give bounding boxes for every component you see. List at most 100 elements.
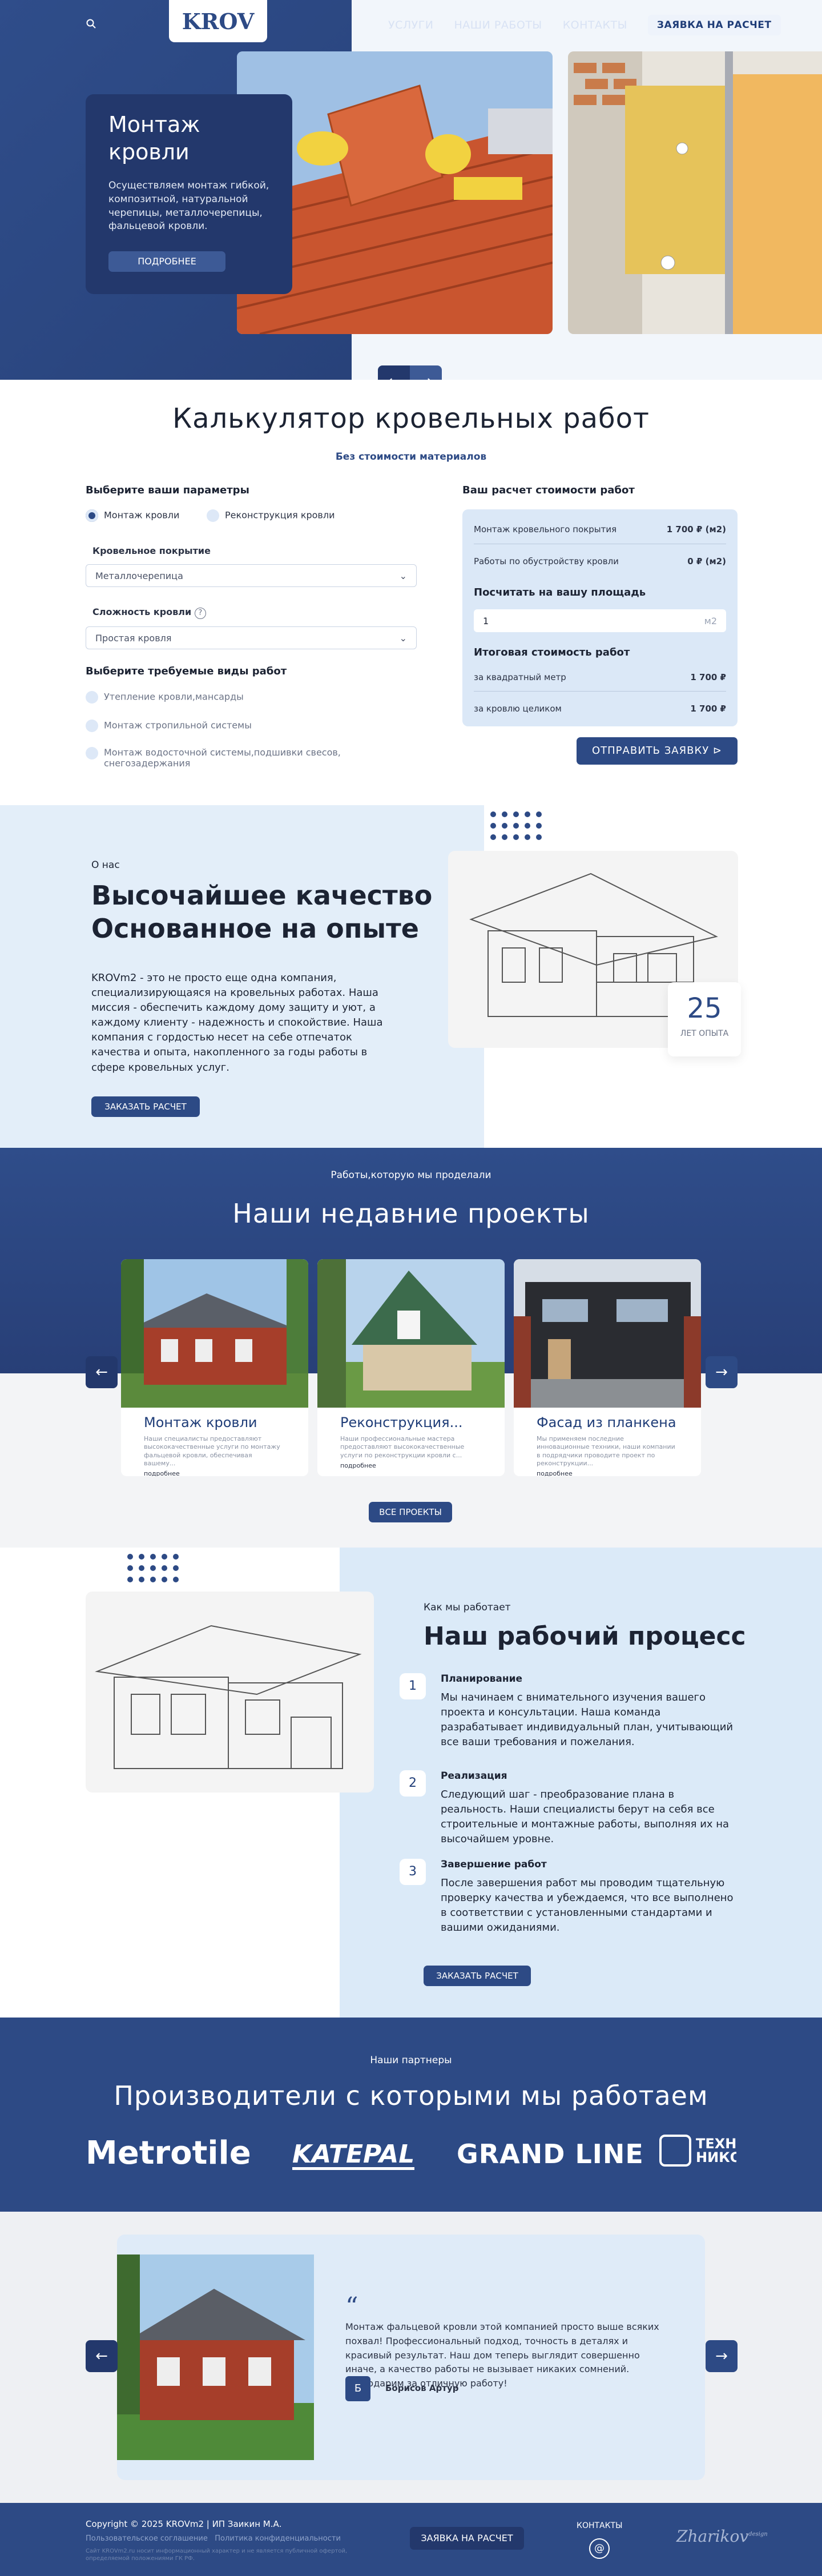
- footer-note: Сайт KROVm2.ru носит информационный хара…: [86, 2548, 348, 2562]
- project-card-more[interactable]: подробнее: [340, 1462, 482, 1469]
- testimonial-prev-button[interactable]: ←: [86, 2340, 118, 2372]
- process-eyebrow: Как мы работает: [424, 1602, 511, 1613]
- testimonial-text: Монтаж фальцевой кровли этой компанией п…: [345, 2321, 659, 2389]
- designer-brand-sup: design: [748, 2531, 768, 2538]
- info-icon[interactable]: ?: [194, 608, 206, 619]
- project-card[interactable]: Реконструкция... Наши профессиональные м…: [317, 1259, 505, 1476]
- step-text: Мы начинаем с внимательного изучения ваш…: [441, 1691, 734, 1749]
- project-card-text: Наши специалисты предоставляют высококач…: [144, 1435, 280, 1467]
- about-order-button[interactable]: ЗАКАЗАТЬ РАСЧЕТ: [91, 1096, 200, 1117]
- footer: Copyright © 2025 KROVm2 | ИП Заикин М.А.…: [0, 2503, 822, 2576]
- projects-next-button[interactable]: →: [706, 1356, 738, 1388]
- result-row-label: Монтаж кровельного покрытия: [474, 524, 617, 535]
- step-number: 2: [400, 1770, 426, 1797]
- all-projects-button[interactable]: ВСЕ ПРОЕКТЫ: [369, 1502, 452, 1522]
- complexity-select[interactable]: Простая кровля ⌄: [86, 626, 417, 649]
- projects-title: Наши недавние проекты: [232, 1198, 590, 1229]
- author-avatar: Б: [345, 2376, 370, 2401]
- step-number: 1: [400, 1673, 426, 1699]
- dots-decor-icon: [127, 1554, 179, 1582]
- project-card[interactable]: Фасад из планкена Мы применяем последние…: [514, 1259, 701, 1476]
- partners-section: Наши партнеры Производители с которыми м…: [0, 2018, 822, 2212]
- project-card-body: Фасад из планкена Мы применяем последние…: [514, 1408, 701, 1476]
- radio-icon: [86, 509, 98, 522]
- work-option-label: Монтаж стропильной системы: [104, 720, 252, 731]
- result-row-value: 1 700 ₽ (м2): [666, 524, 726, 535]
- step-number: 3: [400, 1859, 426, 1885]
- work-option-rafters[interactable]: Монтаж стропильной системы: [86, 720, 252, 732]
- nav-item-contacts[interactable]: КОНТАКТЫ: [563, 19, 627, 31]
- partners-title: Производители с которыми мы работаем: [114, 2080, 708, 2111]
- send-icon: ⊳: [712, 745, 723, 757]
- author-name: Борисов Артур: [385, 2383, 459, 2393]
- about-title-line: Основанное на опыте: [91, 913, 419, 944]
- testimonial-next-button[interactable]: →: [706, 2340, 738, 2372]
- project-card-more[interactable]: подробнее: [144, 1470, 285, 1476]
- project-card[interactable]: Монтаж кровли Наши специалисты предостав…: [121, 1259, 308, 1476]
- calculator-section: Калькулятор кровельных работ Без стоимос…: [0, 380, 822, 805]
- work-option-insulation[interactable]: Утепление кровли,мансарды: [86, 691, 244, 704]
- result-row: Работы по обустройству кровли 0 ₽ (м2): [474, 556, 726, 566]
- submit-label: ОТПРАВИТЬ ЗАЯВКУ: [591, 745, 710, 757]
- step-text: Следующий шаг - преобразование плана в р…: [441, 1789, 730, 1846]
- site-logo[interactable]: KROV: [169, 0, 267, 42]
- process-house-image: [86, 1592, 374, 1793]
- hero-card: Монтаж кровли Осуществляем монтаж гибкой…: [86, 94, 292, 294]
- work-option-drainage[interactable]: Монтаж водосточной системы,подшивки свес…: [86, 747, 360, 769]
- project-card-text: Мы применяем последние инновационные тех…: [537, 1435, 675, 1467]
- result-row-label: Работы по обустройству кровли: [474, 556, 619, 566]
- complexity-select-value: Простая кровля: [95, 632, 172, 644]
- about-title: Высочайшее качество Основанное на опыте: [91, 879, 432, 945]
- project-card-more[interactable]: подробнее: [537, 1470, 678, 1476]
- hero-more-button[interactable]: ПОДРОБНЕЕ: [108, 251, 225, 272]
- step-title: Завершение работ: [441, 1859, 547, 1870]
- partner-logo-metrotile: Metrotile: [86, 2135, 251, 2172]
- experience-badge: 25 ЛЕТ ОПЫТА: [668, 982, 741, 1056]
- quote-icon: “: [345, 2292, 358, 2321]
- type-option-label: Монтаж кровли: [104, 509, 180, 521]
- area-input[interactable]: 1 м2: [474, 609, 726, 632]
- type-option-reconstruction[interactable]: Реконструкция кровли: [207, 509, 335, 522]
- project-card-text: Наши профессиональные мастера предоставл…: [340, 1435, 465, 1459]
- header-request-button[interactable]: ЗАЯВКА НА РАСЧЕТ: [647, 15, 781, 35]
- hero-photo-facade: [568, 51, 822, 334]
- total-row-label: за кровлю целиком: [474, 704, 562, 714]
- result-title: Ваш расчет стоимости работ: [462, 484, 635, 496]
- step-text: После завершения работ мы проводим тщате…: [441, 1877, 734, 1934]
- mail-icon[interactable]: @: [589, 2538, 610, 2559]
- hero-prev-button[interactable]: ←: [378, 365, 410, 380]
- area-input-value: 1: [483, 615, 489, 626]
- partner-logo-grandline: GRAND LINE: [457, 2139, 644, 2169]
- footer-links[interactable]: Пользовательское соглашение Политика кон…: [86, 2534, 341, 2543]
- result-row-value: 0 ₽ (м2): [687, 556, 726, 566]
- type-option-install[interactable]: Монтаж кровли: [86, 509, 179, 522]
- hero-next-button[interactable]: →: [410, 365, 442, 380]
- projects-prev-button[interactable]: ←: [86, 1356, 118, 1388]
- total-row-value: 1 700 ₽: [690, 704, 726, 714]
- projects-eyebrow: Работы,которую мы проделали: [331, 1170, 491, 1181]
- chevron-down-icon: ⌄: [399, 632, 407, 644]
- designer-brand[interactable]: Zharikovdesign: [676, 2527, 768, 2546]
- type-option-label: Реконструкция кровли: [225, 509, 335, 521]
- calculator-subtitle: Без стоимости материалов: [335, 451, 487, 463]
- projects-section: Работы,которую мы проделали Наши недавни…: [0, 1148, 822, 1548]
- search-icon[interactable]: [86, 18, 97, 30]
- roof-select[interactable]: Металлочерепица ⌄: [86, 564, 417, 587]
- partners-eyebrow: Наши партнеры: [370, 2055, 452, 2066]
- partner-logo-tehno-text: ТЕХН НИКО: [696, 2136, 736, 2165]
- total-row-value: 1 700 ₽: [690, 672, 726, 682]
- total-row: за кровлю целиком 1 700 ₽: [474, 704, 726, 714]
- process-order-button[interactable]: ЗАКАЗАТЬ РАСЧЕТ: [424, 1966, 531, 1986]
- footer-request-button[interactable]: ЗАЯВКА НА РАСЧЕТ: [410, 2527, 524, 2550]
- result-panel: Монтаж кровельного покрытия 1 700 ₽ (м2) …: [462, 509, 738, 726]
- submit-request-button[interactable]: ОТПРАВИТЬ ЗАЯВКУ ⊳: [577, 737, 738, 765]
- project-card-title: Фасад из планкена: [537, 1414, 676, 1430]
- about-eyebrow: О нас: [91, 859, 120, 871]
- dots-decor-icon: [490, 811, 542, 840]
- project-photo: [317, 1259, 505, 1408]
- nav-item-works[interactable]: НАШИ РАБОТЫ: [454, 19, 542, 31]
- calculator-title: Калькулятор кровельных работ: [172, 403, 650, 435]
- partner-logo-katepal: KATEPAL: [292, 2140, 415, 2170]
- nav-item-services[interactable]: УСЛУГИ: [388, 19, 434, 31]
- complexity-label: Сложность кровли ?: [92, 606, 206, 619]
